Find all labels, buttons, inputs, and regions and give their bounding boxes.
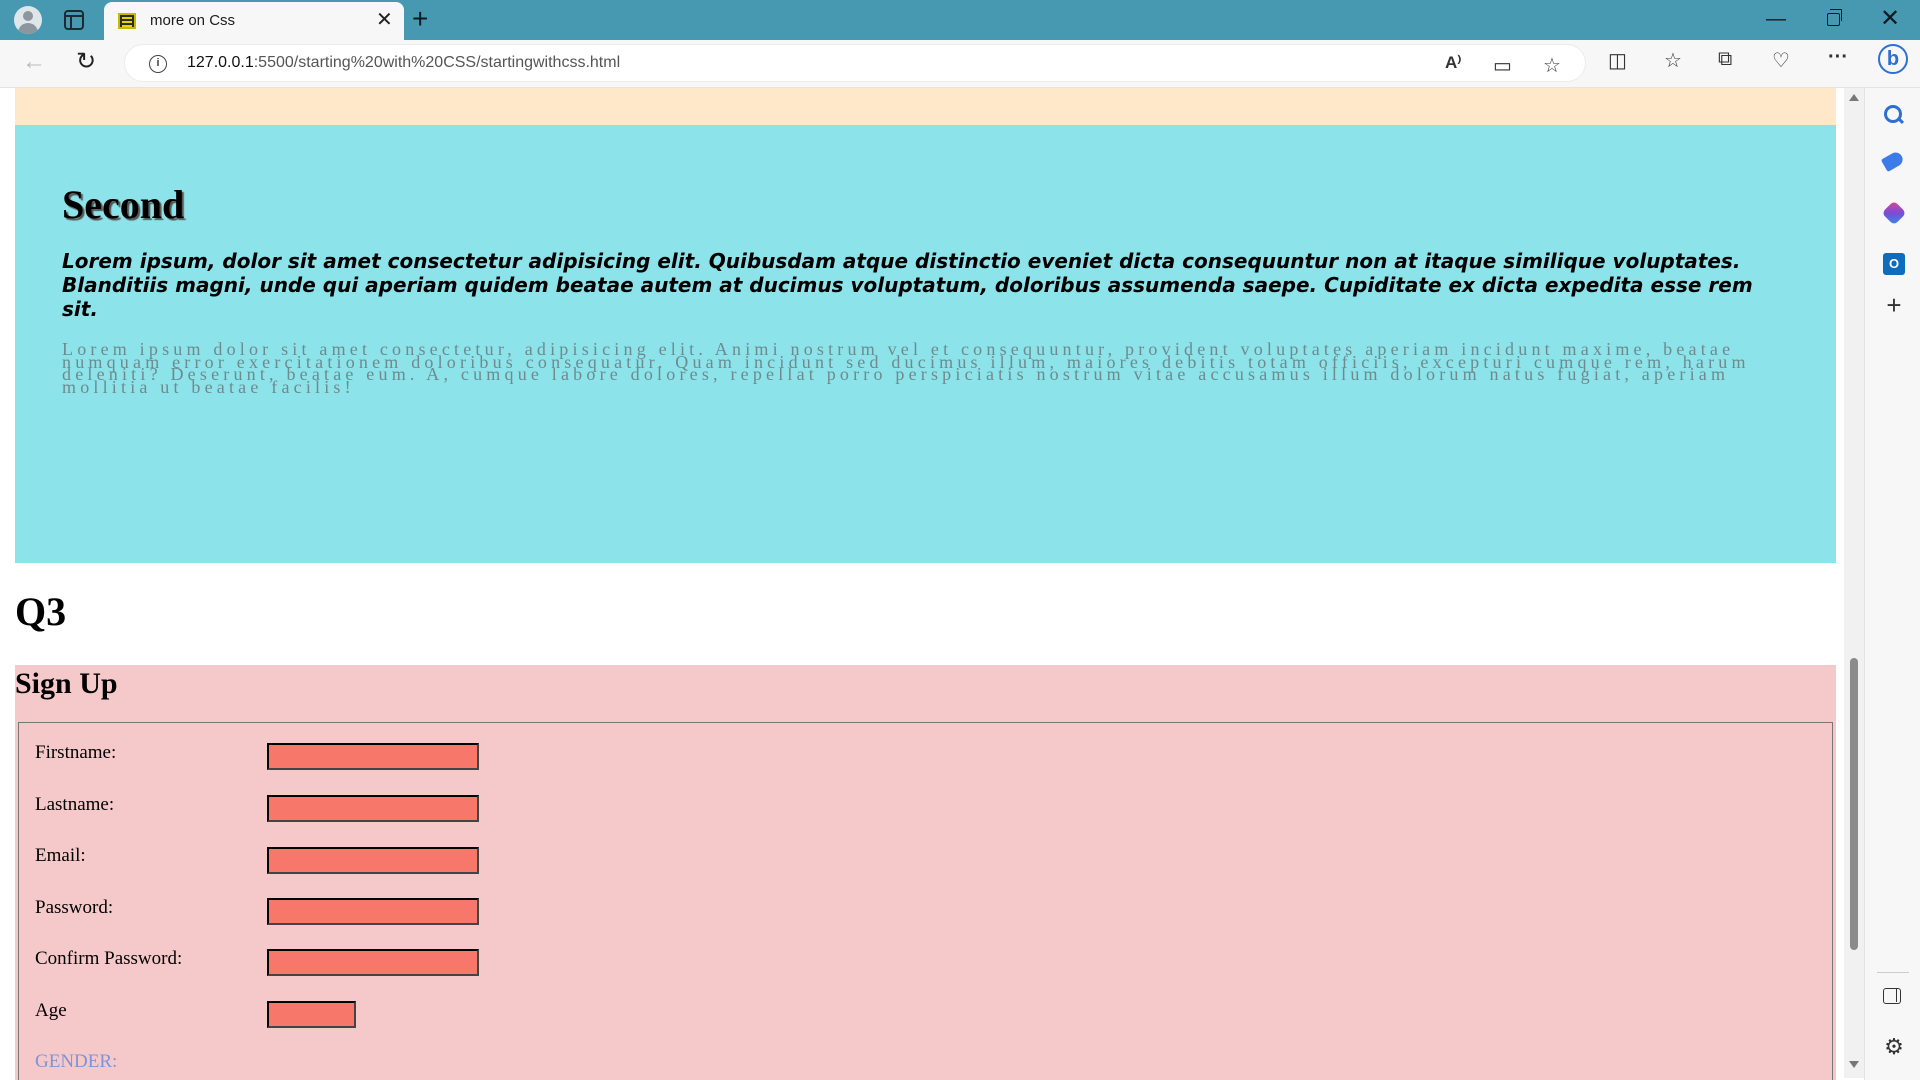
- age-input[interactable]: [267, 1001, 356, 1028]
- email-input[interactable]: [267, 847, 479, 874]
- browser-toolbar: ← ↻ i 127.0.0.1:5500/starting%20with%20C…: [0, 40, 1920, 88]
- close-tab-icon[interactable]: ✕: [376, 9, 393, 31]
- q3-heading: Q3: [15, 589, 67, 634]
- lastname-input[interactable]: [267, 795, 479, 822]
- sidebar-settings-gear-icon[interactable]: ⚙: [1883, 1036, 1905, 1058]
- restore-button[interactable]: [1827, 9, 1842, 26]
- close-window-button[interactable]: ✕: [1880, 4, 1900, 33]
- browser-essentials-icon[interactable]: ♡: [1772, 48, 1790, 73]
- confirm-password-input[interactable]: [267, 949, 479, 976]
- browser-tab-active[interactable]: more on Css ✕: [104, 2, 404, 40]
- collections-icon[interactable]: ⧉: [1718, 48, 1732, 71]
- tab-title: more on Css: [150, 12, 236, 29]
- firstname-label: Firstname:: [35, 742, 117, 763]
- gender-label: GENDER:: [35, 1051, 118, 1072]
- sidebar-add-icon[interactable]: +: [1883, 292, 1905, 318]
- address-bar[interactable]: i 127.0.0.1:5500/starting%20with%20CSS/s…: [124, 44, 1586, 82]
- signup-heading: Sign Up: [15, 667, 118, 700]
- url-text[interactable]: 127.0.0.1:5500/starting%20with%20CSS/sta…: [187, 54, 620, 72]
- peach-section: [15, 88, 1836, 125]
- firstname-input[interactable]: [267, 743, 479, 770]
- sidebar-divider: [1877, 972, 1909, 973]
- password-label: Password:: [35, 897, 114, 918]
- email-label: Email:: [35, 845, 86, 866]
- avatar-shoulders: [18, 23, 38, 34]
- sidebar-hide-icon[interactable]: [1883, 988, 1901, 1004]
- favorites-icon[interactable]: ☆: [1664, 48, 1682, 73]
- split-screen-icon[interactable]: ◫: [1608, 48, 1627, 73]
- minimize-button[interactable]: —: [1766, 8, 1786, 31]
- scroll-down-arrow-icon[interactable]: [1849, 1061, 1859, 1068]
- sidebar-search-icon[interactable]: [1883, 104, 1905, 126]
- edge-sidebar: O + ⚙: [1864, 88, 1920, 1080]
- site-info-icon[interactable]: i: [149, 55, 167, 73]
- copilot-icon[interactable]: b: [1878, 44, 1908, 74]
- more-menu-icon[interactable]: ···: [1828, 46, 1848, 69]
- page-viewport: Second Lorem ipsum, dolor sit amet conse…: [0, 88, 1844, 1080]
- age-label: Age: [35, 1000, 67, 1021]
- new-tab-button[interactable]: +: [412, 4, 428, 34]
- scroll-up-arrow-icon[interactable]: [1849, 94, 1859, 101]
- profile-avatar-icon[interactable]: [14, 6, 42, 34]
- title-bar: more on Css ✕ + — ✕: [0, 0, 1920, 40]
- read-aloud-icon[interactable]: A⁾: [1445, 53, 1461, 73]
- signup-form: Firstname: Lastname: Email: Password: Co…: [18, 722, 1833, 1080]
- page-scrollbar[interactable]: [1844, 88, 1864, 1078]
- confirm-password-label: Confirm Password:: [35, 948, 183, 969]
- refresh-icon[interactable]: ↻: [76, 47, 96, 76]
- letter-spaced-paragraph: Lorem ipsum dolor sit amet consectetur, …: [62, 339, 1750, 397]
- scroll-thumb[interactable]: [1850, 658, 1858, 950]
- sidebar-office-icon[interactable]: [1881, 200, 1907, 226]
- second-heading: Second: [62, 182, 185, 227]
- immersive-reader-icon[interactable]: ▭: [1493, 53, 1512, 78]
- back-arrow-icon[interactable]: ←: [22, 48, 46, 76]
- tab-actions-icon[interactable]: [64, 10, 84, 30]
- sidebar-shopping-icon[interactable]: [1880, 149, 1906, 173]
- url-host: 127.0.0.1: [187, 54, 254, 71]
- bold-italic-paragraph: Lorem ipsum, dolor sit amet consectetur …: [62, 249, 1753, 321]
- favorite-star-icon[interactable]: ☆: [1543, 53, 1561, 78]
- password-input[interactable]: [267, 898, 479, 925]
- signup-section: Sign Up Firstname: Lastname: Email: Pass…: [15, 665, 1836, 1080]
- lastname-label: Lastname:: [35, 794, 115, 815]
- favicon-icon: [118, 13, 136, 29]
- sidebar-outlook-icon[interactable]: O: [1883, 253, 1905, 275]
- avatar-head: [23, 11, 33, 21]
- url-path: :5500/starting%20with%20CSS/startingwith…: [253, 54, 621, 71]
